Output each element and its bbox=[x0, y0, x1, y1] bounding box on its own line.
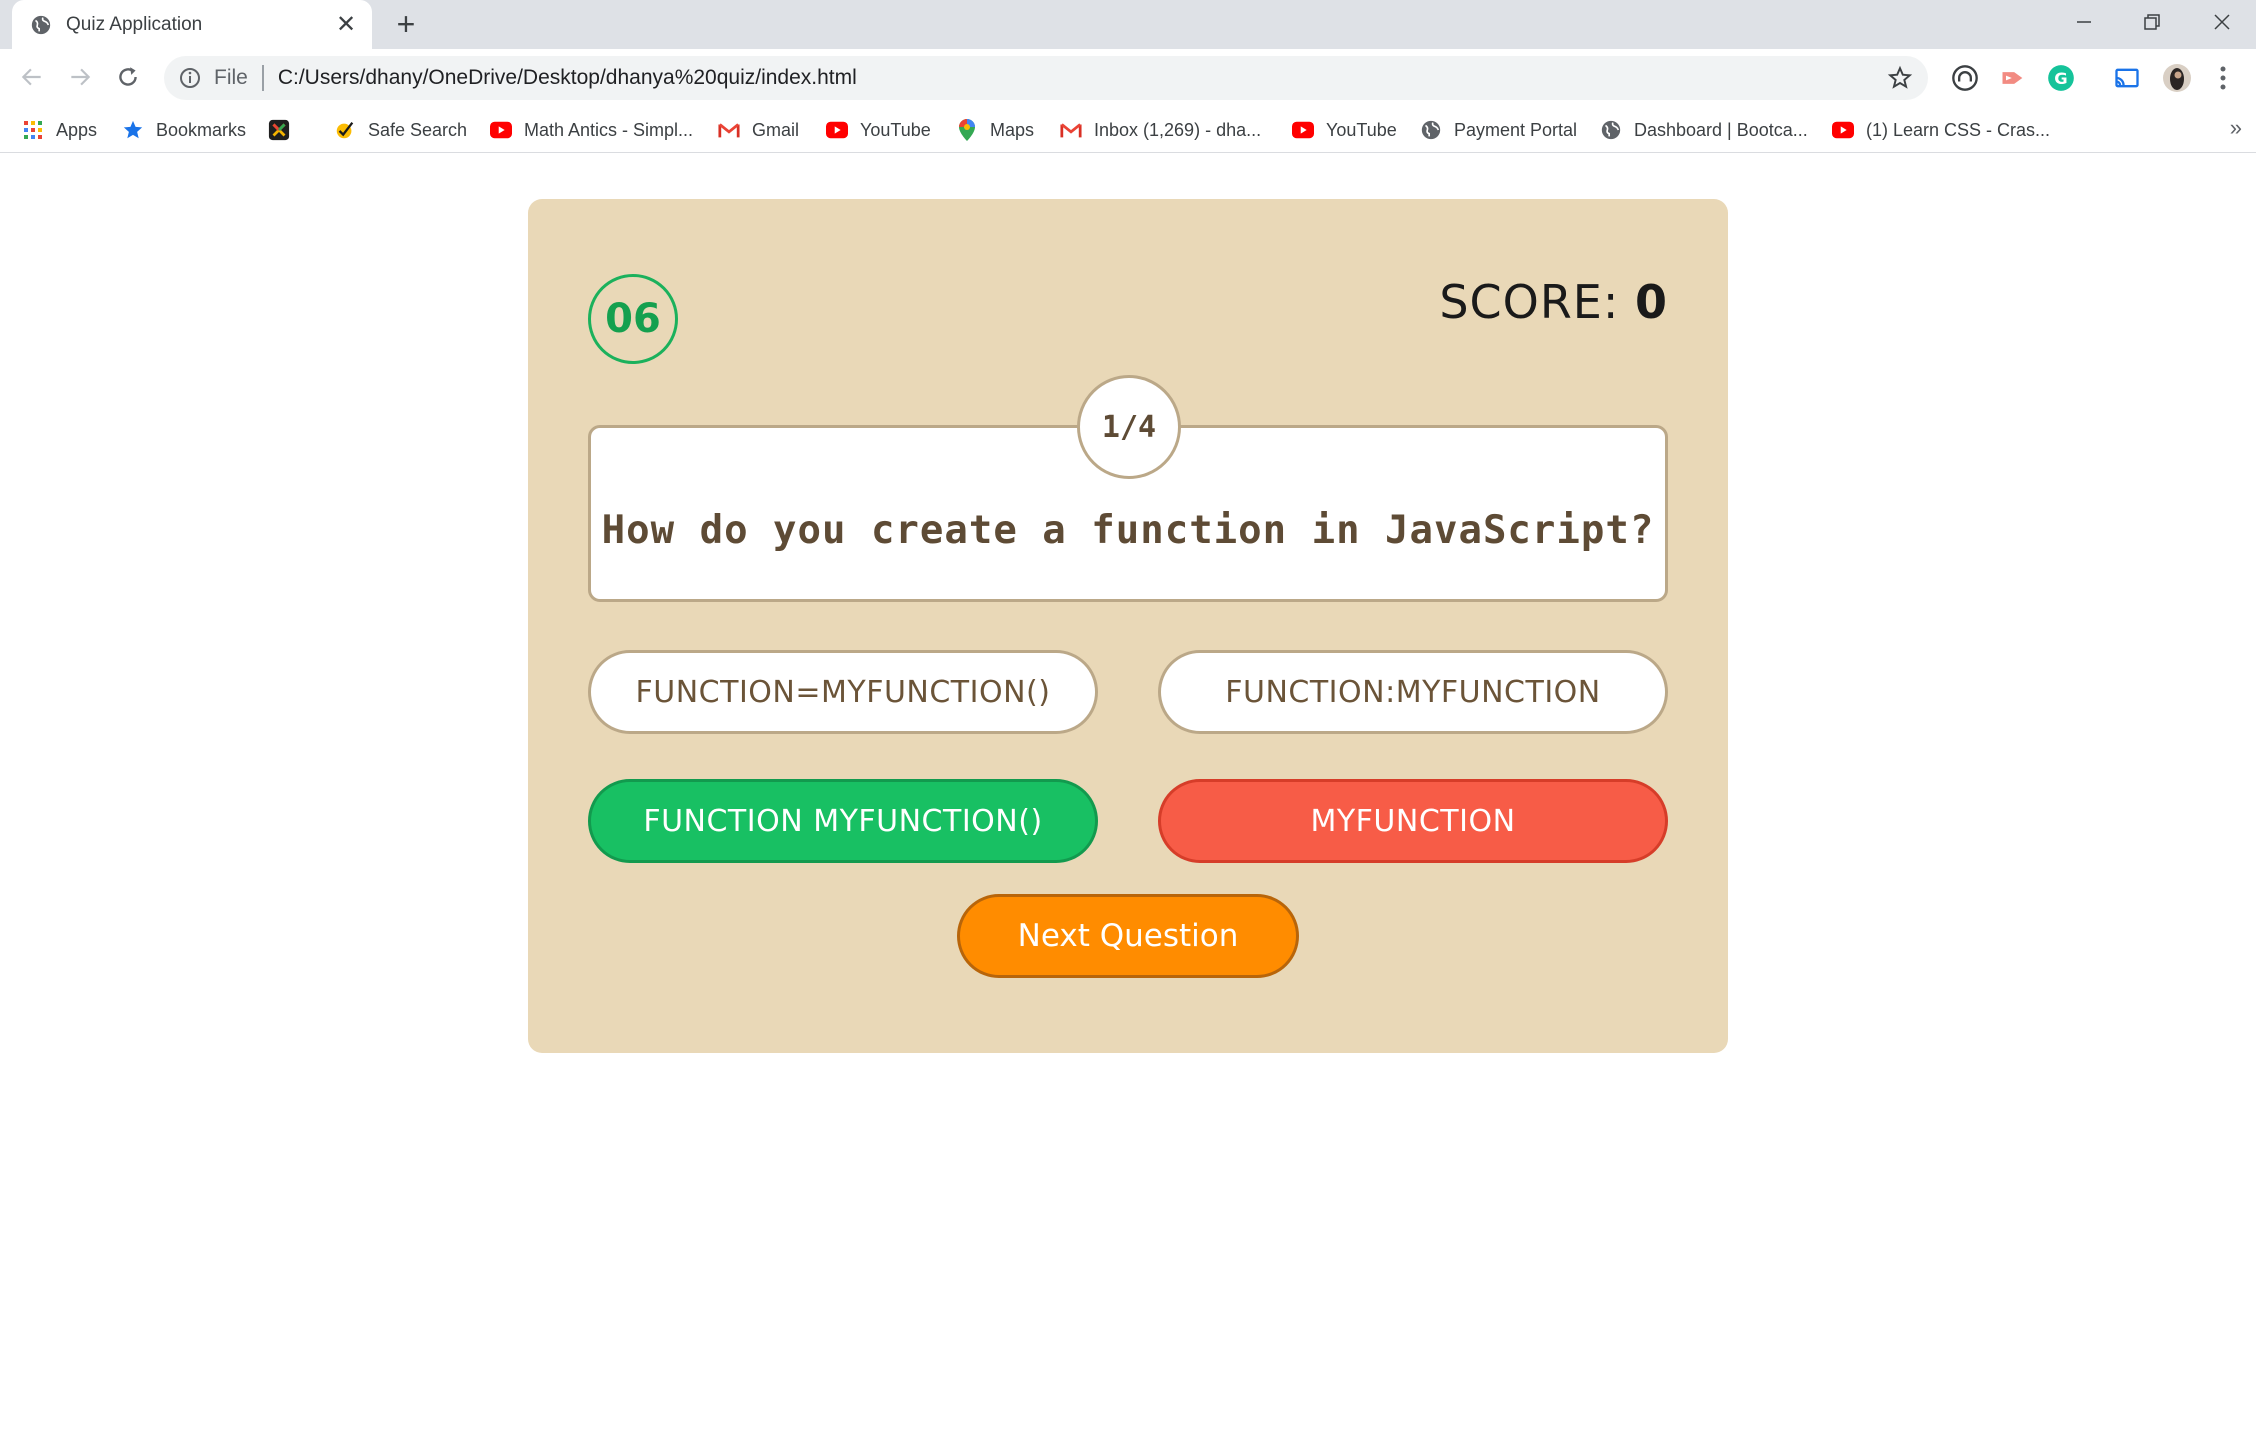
tab-title: Quiz Application bbox=[66, 13, 203, 35]
bookmark-star-icon[interactable] bbox=[1880, 58, 1920, 98]
scheme-label: File bbox=[214, 66, 248, 89]
address-separator bbox=[261, 65, 264, 91]
timer-badge: 06 bbox=[588, 274, 678, 364]
back-arrow-icon[interactable] bbox=[12, 57, 52, 97]
bookmark-inbox[interactable]: Inbox (1,269) - dha... bbox=[1060, 115, 1261, 145]
bookmark-label: Dashboard | Bootca... bbox=[1634, 119, 1808, 140]
bookmark-dashboard[interactable]: Dashboard | Bootca... bbox=[1600, 115, 1808, 145]
info-icon[interactable] bbox=[178, 66, 202, 90]
bookmark-youtube-1[interactable]: YouTube bbox=[826, 115, 931, 145]
quiz-card: 06 SCORE: 0 How do you create a function… bbox=[528, 199, 1728, 1053]
window-close-icon[interactable] bbox=[2188, 0, 2256, 44]
menu-kebab-icon[interactable] bbox=[2206, 61, 2240, 95]
maps-pin-icon bbox=[956, 119, 978, 141]
globe-icon bbox=[1420, 119, 1442, 141]
tab-strip: Quiz Application ✕ + bbox=[0, 0, 2256, 49]
bookmark-label: Math Antics - Simpl... bbox=[524, 119, 694, 140]
score-display: SCORE: 0 bbox=[1439, 275, 1668, 329]
bookmark-label: Apps bbox=[56, 119, 98, 140]
bookmarks-bar: Apps Bookmarks Safe Search Math Antics -… bbox=[0, 107, 2256, 153]
tab-close-icon[interactable]: ✕ bbox=[328, 7, 364, 43]
bookmarks-overflow-icon[interactable]: » bbox=[2230, 115, 2242, 141]
option-button-1[interactable]: FUNCTION=MYFUNCTION() bbox=[588, 650, 1098, 734]
reload-icon[interactable] bbox=[108, 57, 148, 97]
bookmark-youtube-2[interactable]: YouTube bbox=[1292, 115, 1397, 145]
option-button-4-wrong[interactable]: MYFUNCTION bbox=[1158, 779, 1668, 863]
score-value: 0 bbox=[1634, 275, 1668, 329]
star-icon bbox=[122, 119, 144, 141]
globe-icon bbox=[31, 15, 51, 34]
grammarly-icon[interactable]: G bbox=[2044, 61, 2078, 95]
bookmark-gmail[interactable]: Gmail bbox=[718, 115, 799, 145]
bookmark-label: YouTube bbox=[1326, 119, 1397, 140]
bookmark-maps[interactable]: Maps bbox=[956, 115, 1034, 145]
bookmark-label: Payment Portal bbox=[1454, 119, 1578, 140]
bookmark-label: Gmail bbox=[752, 119, 800, 140]
youtube-icon bbox=[1832, 119, 1854, 141]
bookmark-apps[interactable]: Apps bbox=[22, 115, 97, 145]
safe-search-icon bbox=[334, 119, 356, 141]
bookmark-safe-search[interactable]: Safe Search bbox=[334, 115, 467, 145]
x-logo-icon bbox=[268, 119, 290, 141]
score-label: SCORE: bbox=[1439, 275, 1635, 329]
bookmark-label: Inbox (1,269) - dha... bbox=[1094, 119, 1262, 140]
gmail-icon bbox=[1060, 119, 1082, 141]
extension-cast-arrow-icon[interactable] bbox=[1996, 61, 2030, 95]
youtube-icon bbox=[826, 119, 848, 141]
bookmark-label: Safe Search bbox=[368, 119, 468, 140]
url-text[interactable]: C:/Users/dhany/OneDrive/Desktop/dhanya%2… bbox=[278, 66, 1880, 90]
new-tab-icon[interactable]: + bbox=[388, 6, 424, 42]
gmail-icon bbox=[718, 119, 740, 141]
profile-avatar[interactable] bbox=[2160, 61, 2194, 95]
bookmark-bookmarks[interactable]: Bookmarks bbox=[122, 115, 246, 145]
bookmark-payment-portal[interactable]: Payment Portal bbox=[1420, 115, 1577, 145]
bookmark-learn-css[interactable]: (1) Learn CSS - Cras... bbox=[1832, 115, 2050, 145]
bookmark-math-antics[interactable]: Math Antics - Simpl... bbox=[490, 115, 693, 145]
bookmark-label: Maps bbox=[990, 119, 1035, 140]
bookmark-label: (1) Learn CSS - Cras... bbox=[1866, 119, 2051, 140]
forward-arrow-icon[interactable] bbox=[60, 57, 100, 97]
cast-icon[interactable] bbox=[2110, 61, 2144, 95]
option-button-2[interactable]: FUNCTION:MYFUNCTION bbox=[1158, 650, 1668, 734]
browser-tab[interactable]: Quiz Application ✕ bbox=[12, 0, 372, 49]
bookmark-x[interactable] bbox=[268, 115, 302, 145]
apps-grid-icon bbox=[22, 119, 44, 141]
browser-toolbar: File C:/Users/dhany/OneDrive/Desktop/dha… bbox=[0, 49, 2256, 107]
bookmark-label: Bookmarks bbox=[156, 119, 247, 140]
extension-headphones-icon[interactable] bbox=[1948, 61, 1982, 95]
minimize-icon[interactable] bbox=[2050, 0, 2118, 44]
address-bar[interactable]: File C:/Users/dhany/OneDrive/Desktop/dha… bbox=[164, 56, 1928, 100]
option-button-3-correct[interactable]: FUNCTION MYFUNCTION() bbox=[588, 779, 1098, 863]
restore-icon[interactable] bbox=[2118, 0, 2186, 44]
next-question-button[interactable]: Next Question bbox=[957, 894, 1299, 978]
youtube-icon bbox=[1292, 119, 1314, 141]
globe-icon bbox=[1600, 119, 1622, 141]
question-counter: 1/4 bbox=[1077, 375, 1181, 479]
youtube-icon bbox=[490, 119, 512, 141]
svg-text:G: G bbox=[2054, 69, 2067, 88]
question-text: How do you create a function in JavaScri… bbox=[601, 508, 1655, 553]
bookmark-label: YouTube bbox=[860, 119, 931, 140]
